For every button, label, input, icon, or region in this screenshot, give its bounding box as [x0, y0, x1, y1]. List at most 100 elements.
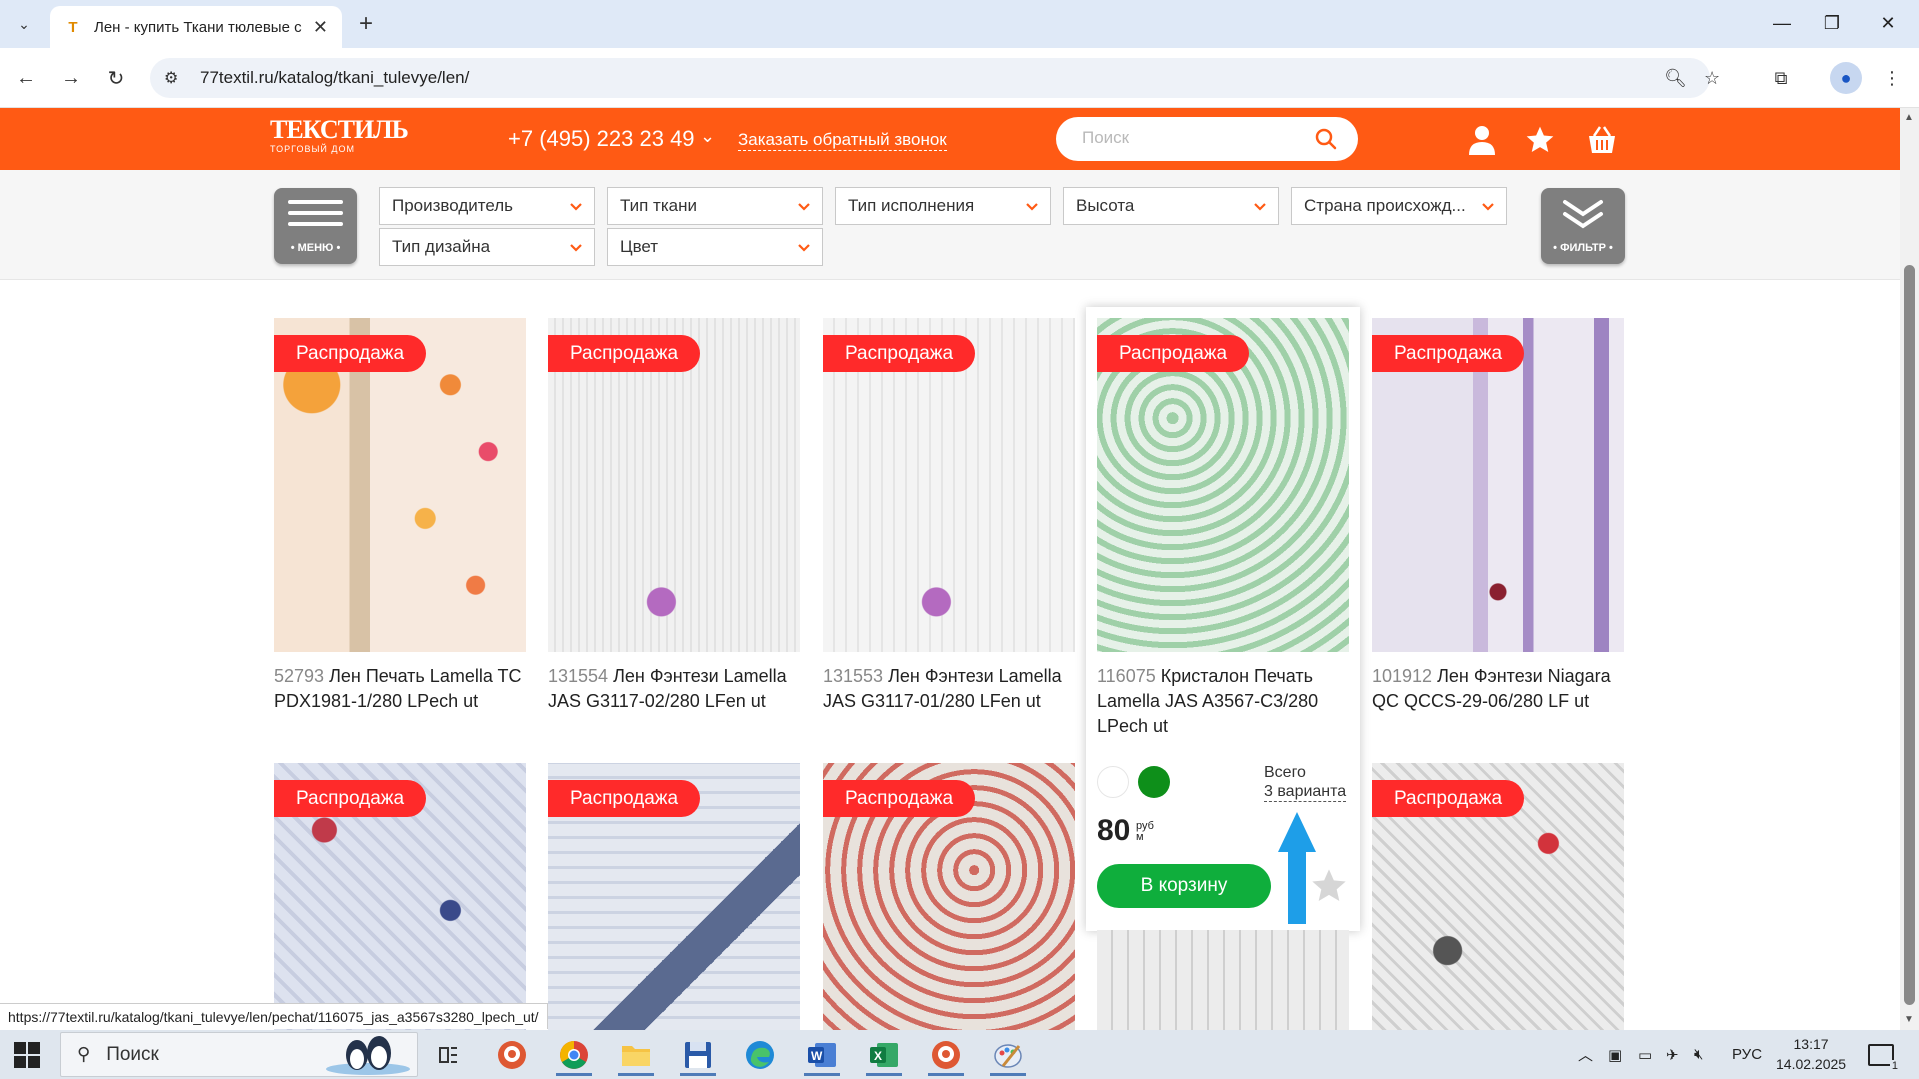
- filter-height[interactable]: Высота: [1063, 187, 1279, 225]
- address-bar[interactable]: ⚙ 77textil.ru/katalog/tkani_tulevye/len/…: [150, 58, 1720, 98]
- paint-icon[interactable]: [984, 1034, 1032, 1076]
- search-input[interactable]: [1082, 128, 1302, 148]
- chevron-down-icon: [570, 244, 582, 252]
- product-image[interactable]: Распродажа: [274, 318, 526, 652]
- scroll-down-icon[interactable]: ▼: [1904, 1014, 1914, 1025]
- cart-basket-icon[interactable]: [1584, 122, 1620, 158]
- profile-avatar-icon[interactable]: ●: [1830, 62, 1862, 94]
- restore-window-icon[interactable]: ❐: [1812, 8, 1852, 38]
- product-image[interactable]: Распродажа: [1372, 318, 1624, 652]
- product-card[interactable]: Распродажа 131553 Лен Фэнтези Lamella JA…: [823, 318, 1075, 714]
- site-favicon-icon: T: [68, 18, 78, 36]
- filter-execution-type[interactable]: Тип исполнения: [835, 187, 1051, 225]
- show-hidden-icons[interactable]: ︿: [1578, 1030, 1593, 1079]
- excel-icon[interactable]: X: [860, 1034, 908, 1076]
- product-image[interactable]: Распродажа: [823, 318, 1075, 652]
- chevron-down-icon: [570, 203, 582, 211]
- close-tab-icon[interactable]: ✕: [313, 17, 328, 38]
- filter-design-type[interactable]: Тип дизайна: [379, 228, 595, 266]
- site-logo[interactable]: ТЕКСТИЛЬ ТОРГОВЫЙ ДОМ: [270, 116, 409, 162]
- product-image[interactable]: Распродажа: [274, 763, 526, 1031]
- browser-menu-icon[interactable]: ⋮: [1876, 62, 1908, 94]
- phone-chevron-icon[interactable]: ⌄: [700, 126, 715, 147]
- site-search: [1056, 117, 1358, 161]
- product-image[interactable]: Распродажа: [823, 763, 1075, 1031]
- tab-title: Лен - купить Ткани тюлевые с: [94, 18, 302, 36]
- volume-muted-icon[interactable]: 🔇︎: [1694, 1030, 1703, 1079]
- windows-start-icon[interactable]: [14, 1042, 40, 1068]
- callback-link[interactable]: Заказать обратный звонок: [738, 130, 947, 151]
- search-icon[interactable]: [1314, 127, 1338, 151]
- product-card[interactable]: Распродажа 116075 Кристалон Печать Lamel…: [1097, 318, 1349, 739]
- system-clock[interactable]: 13:17 14.02.2025: [1776, 1034, 1846, 1074]
- product-image[interactable]: Распродажа: [1097, 318, 1349, 652]
- color-swatch-green[interactable]: [1138, 766, 1170, 798]
- task-view-icon[interactable]: [424, 1034, 472, 1076]
- product-title[interactable]: 116075 Кристалон Печать Lamella JAS A356…: [1097, 664, 1349, 739]
- product-card[interactable]: Распродажа: [274, 763, 526, 1031]
- product-title[interactable]: 101912 Лен Фэнтези Niagara QC QCCS-29-06…: [1372, 664, 1624, 714]
- product-image[interactable]: Распродажа: [548, 763, 800, 1031]
- product-card[interactable]: [1097, 930, 1349, 1031]
- product-title[interactable]: 131554 Лен Фэнтези Lamella JAS G3117-02/…: [548, 664, 800, 714]
- bookmark-star-icon[interactable]: ☆: [1704, 58, 1720, 98]
- variants-count[interactable]: Всего 3 варианта: [1264, 763, 1347, 802]
- filter-manufacturer[interactable]: Производитель: [379, 187, 595, 225]
- edge-icon[interactable]: [736, 1034, 784, 1076]
- zoom-icon[interactable]: 🔍︎: [1664, 58, 1687, 98]
- file-explorer-icon[interactable]: [612, 1034, 660, 1076]
- sale-badge: Распродажа: [548, 780, 701, 817]
- phone-number[interactable]: +7 (495) 223 23 49: [508, 126, 695, 152]
- sale-badge: Распродажа: [1372, 780, 1525, 817]
- product-card[interactable]: Распродажа 101912 Лен Фэнтези Niagara QC…: [1372, 318, 1624, 714]
- sale-badge: Распродажа: [823, 780, 976, 817]
- tab-list-dropdown-icon[interactable]: ⌄: [8, 8, 40, 40]
- favorites-star-icon[interactable]: [1522, 122, 1558, 158]
- word-icon[interactable]: W: [798, 1034, 846, 1076]
- input-language[interactable]: РУС: [1732, 1030, 1762, 1079]
- chevron-down-icon: [798, 244, 810, 252]
- notifications-icon[interactable]: 1: [1868, 1030, 1900, 1079]
- taskbar-search[interactable]: ⚲ Поиск: [60, 1032, 418, 1077]
- filter-color[interactable]: Цвет: [607, 228, 823, 266]
- meet-now-icon[interactable]: ▣: [1608, 1030, 1622, 1079]
- page-scrollbar[interactable]: ▲ ▼: [1900, 108, 1919, 1030]
- product-card[interactable]: Распродажа: [548, 763, 800, 1031]
- browser-tab-active[interactable]: T Лен - купить Ткани тюлевые с ✕: [50, 6, 342, 48]
- product-image[interactable]: [1097, 930, 1349, 1031]
- filter-country[interactable]: Страна происхожд...: [1291, 187, 1507, 225]
- back-icon[interactable]: ←: [10, 62, 42, 94]
- product-image[interactable]: Распродажа: [1372, 763, 1624, 1031]
- add-to-cart-button[interactable]: В корзину: [1097, 864, 1271, 908]
- product-card[interactable]: Распродажа: [823, 763, 1075, 1031]
- duckduckgo-browser-icon[interactable]: [922, 1034, 970, 1076]
- save-disk-icon[interactable]: [674, 1034, 722, 1076]
- scroll-up-icon[interactable]: ▲: [1904, 112, 1914, 123]
- filter-fabric-type[interactable]: Тип ткани: [607, 187, 823, 225]
- site-info-icon[interactable]: ⚙: [164, 68, 186, 88]
- airplane-mode-icon[interactable]: ✈: [1666, 1030, 1679, 1079]
- scrollbar-thumb[interactable]: [1904, 265, 1915, 1005]
- double-chevron-down-icon: [1563, 200, 1603, 229]
- duckduckgo-icon[interactable]: [488, 1034, 536, 1076]
- product-image[interactable]: Распродажа: [548, 318, 800, 652]
- reload-icon[interactable]: ↻: [100, 62, 132, 94]
- battery-icon[interactable]: ▭: [1638, 1030, 1652, 1079]
- user-icon[interactable]: [1464, 122, 1500, 158]
- product-title[interactable]: 52793 Лен Печать Lamella TC PDX1981-1/28…: [274, 664, 526, 714]
- extensions-icon[interactable]: ⧉: [1765, 62, 1797, 94]
- new-tab-icon[interactable]: +: [352, 10, 380, 38]
- product-card[interactable]: Распродажа: [1372, 763, 1624, 1031]
- product-title[interactable]: 131553 Лен Фэнтези Lamella JAS G3117-01/…: [823, 664, 1075, 714]
- sale-badge: Распродажа: [548, 335, 701, 372]
- chrome-icon[interactable]: [550, 1034, 598, 1076]
- color-swatch-white[interactable]: [1097, 766, 1129, 798]
- close-window-icon[interactable]: ✕: [1868, 8, 1908, 38]
- filter-button[interactable]: • ФИЛЬТР •: [1541, 188, 1625, 264]
- minimize-window-icon[interactable]: —: [1762, 8, 1802, 38]
- sale-badge: Распродажа: [274, 780, 427, 817]
- product-card[interactable]: Распродажа 52793 Лен Печать Lamella TC P…: [274, 318, 526, 714]
- product-card[interactable]: Распродажа 131554 Лен Фэнтези Lamella JA…: [548, 318, 800, 714]
- menu-button[interactable]: • МЕНЮ •: [274, 188, 357, 264]
- forward-icon[interactable]: →: [55, 62, 87, 94]
